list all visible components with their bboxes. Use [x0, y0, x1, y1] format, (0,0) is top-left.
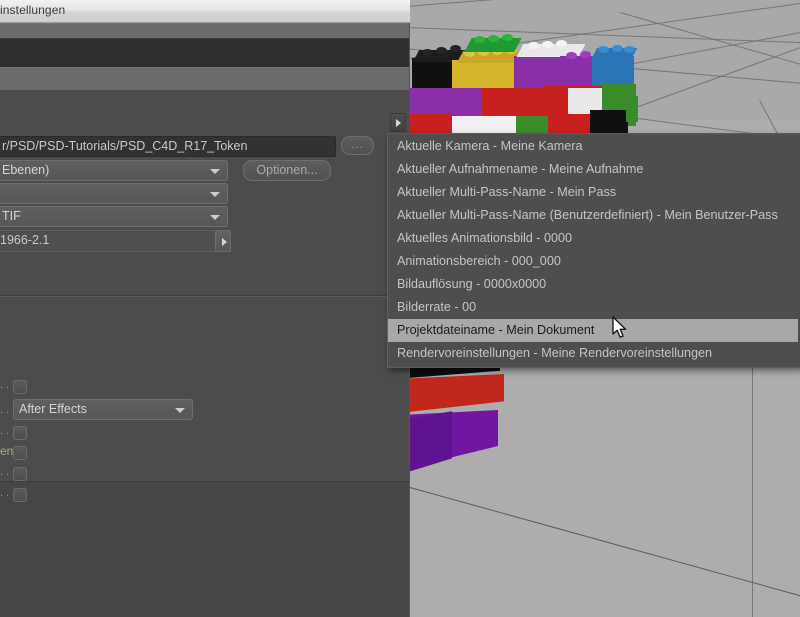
menu-item[interactable]: Rendervoreinstellungen - Meine Rendervor… — [388, 342, 800, 365]
chevron-down-icon — [210, 169, 220, 174]
lego-lower-wall — [408, 362, 510, 490]
composite-target-combo[interactable]: After Effects — [13, 399, 193, 420]
render-settings-window[interactable]: instellungen r/PSD/PSD-Tutorials/PSD_C4D… — [0, 0, 410, 617]
secondary-combo[interactable] — [0, 183, 228, 204]
options-panel — [0, 297, 409, 491]
panel-divider — [0, 295, 409, 296]
window-body: r/PSD/PSD-Tutorials/PSD_C4D_R17_Token ..… — [0, 23, 410, 617]
toolbar-band — [0, 23, 409, 39]
menu-item[interactable]: Animationsbereich - 000_000 — [388, 250, 800, 273]
row-marker: .. — [0, 425, 13, 437]
screenshot-root: instellungen r/PSD/PSD-Tutorials/PSD_C4D… — [0, 0, 800, 617]
filetype-combo[interactable]: TIF — [0, 206, 228, 227]
menu-item[interactable]: Aktueller Multi-Pass-Name (Benutzerdefin… — [388, 204, 800, 227]
option-checkbox-5[interactable] — [13, 488, 27, 502]
window-titlebar[interactable]: instellungen — [0, 0, 410, 23]
row-marker: .. — [0, 466, 13, 478]
secondary-band — [0, 67, 409, 91]
color-profile-expand-button[interactable] — [215, 230, 231, 252]
tree-list-band[interactable] — [0, 38, 409, 68]
grid-line — [752, 355, 753, 617]
cut-off-label: en — [0, 444, 14, 458]
menu-item[interactable]: Aktuelle Kamera - Meine Kamera — [388, 135, 800, 158]
browse-path-button[interactable]: ... — [341, 136, 374, 155]
row-marker: .. — [0, 487, 13, 499]
row-marker: .. — [0, 379, 13, 391]
row-marker: .. — [0, 404, 13, 416]
token-dropdown-button[interactable] — [390, 113, 406, 132]
window-title: instellungen — [0, 3, 66, 17]
option-checkbox-1[interactable] — [13, 380, 27, 394]
menu-item[interactable]: Bilderrate - 00 — [388, 296, 800, 319]
token-dropdown-menu[interactable]: Aktuelle Kamera - Meine Kamera Aktueller… — [387, 133, 800, 368]
menu-item[interactable]: Aktueller Multi-Pass-Name - Mein Pass — [388, 181, 800, 204]
footer-panel — [0, 482, 409, 617]
output-path-field[interactable]: r/PSD/PSD-Tutorials/PSD_C4D_R17_Token — [0, 136, 336, 157]
option-checkbox-2[interactable] — [13, 426, 27, 440]
chevron-down-icon — [210, 215, 220, 220]
layer-format-combo[interactable]: Ebenen) — [0, 160, 228, 181]
chevron-down-icon — [210, 192, 220, 197]
color-profile-field[interactable]: 1966-2.1 — [0, 230, 217, 252]
composite-target-value: After Effects — [19, 402, 87, 416]
menu-item[interactable]: Aktueller Aufnahmename - Meine Aufnahme — [388, 158, 800, 181]
option-checkbox-4[interactable] — [13, 467, 27, 481]
filetype-value: TIF — [2, 209, 21, 223]
menu-item[interactable]: Bildauflösung - 0000x0000 — [388, 273, 800, 296]
menu-item[interactable]: Aktuelles Animationsbild - 0000 — [388, 227, 800, 250]
layer-format-value: Ebenen) — [2, 163, 50, 177]
lego-brick-assembly — [408, 34, 638, 138]
menu-item-selected[interactable]: Projektdateiname - Mein Dokument — [388, 319, 798, 342]
chevron-down-icon — [175, 408, 185, 413]
options-button[interactable]: Optionen... — [243, 160, 331, 181]
option-checkbox-3[interactable] — [13, 446, 27, 460]
